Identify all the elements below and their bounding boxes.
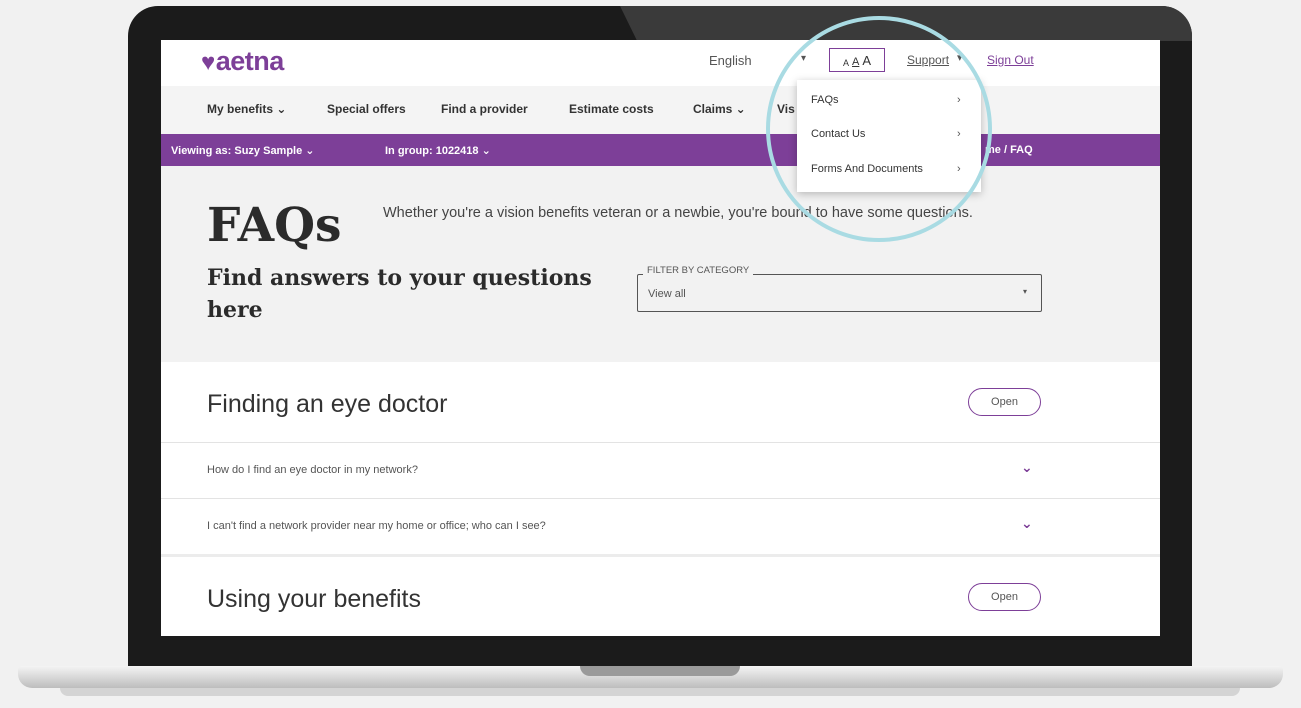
filter-label: FILTER BY CATEGORY <box>643 265 754 276</box>
open-button[interactable]: Open <box>968 388 1041 416</box>
main-nav: My benefits ⌄ Special offers Find a prov… <box>161 86 1160 134</box>
highlight-circle <box>766 16 992 242</box>
filter-value: View all <box>648 288 686 300</box>
nav-estimate-costs[interactable]: Estimate costs <box>569 102 654 116</box>
top-bar: ♥aetna English ▾ A A A Support ▾ Sign Ou… <box>161 40 1160 86</box>
breadcrumb[interactable]: me / FAQ <box>985 144 1033 156</box>
chevron-down-icon: ▾ <box>1022 287 1027 296</box>
question-text[interactable]: How do I find an eye doctor in my networ… <box>207 464 418 476</box>
section-title: Using your benefits <box>207 585 422 613</box>
laptop-shadow <box>60 688 1240 696</box>
section-using-benefits: Using your benefits Open <box>161 557 1160 636</box>
viewing-as-select[interactable]: Viewing as: Suzy Sample ⌄ <box>171 144 315 157</box>
group-select[interactable]: In group: 1022418 ⌄ <box>385 144 491 157</box>
sign-out-link[interactable]: Sign Out <box>987 53 1034 67</box>
nav-special-offers[interactable]: Special offers <box>327 102 406 116</box>
page-title: FAQs <box>207 198 342 253</box>
faq-question-row[interactable]: How do I find an eye doctor in my networ… <box>161 442 1160 498</box>
browser-screen: ♥aetna English ▾ A A A Support ▾ Sign Ou… <box>161 40 1160 636</box>
laptop-notch <box>580 666 740 676</box>
find-answers-heading: Find answers to your questions here <box>207 265 592 323</box>
heart-icon: ♥ <box>201 49 215 76</box>
section-finding-eye-doctor: Finding an eye doctor Open <box>161 362 1160 442</box>
viewing-as-bar: Viewing as: Suzy Sample ⌄ In group: 1022… <box>161 134 1160 166</box>
question-text[interactable]: I can't find a network provider near my … <box>207 520 546 532</box>
aetna-logo[interactable]: ♥aetna <box>201 46 284 77</box>
faq-header: FAQs Whether you're a vision benefits ve… <box>161 166 1160 362</box>
chevron-down-icon[interactable]: ⌄ <box>1021 515 1033 532</box>
nav-claims[interactable]: Claims ⌄ <box>693 102 746 116</box>
faq-question-row[interactable]: I can't find a network provider near my … <box>161 498 1160 554</box>
category-filter-select[interactable]: View all ▾ <box>637 274 1042 312</box>
logo-text: aetna <box>215 46 285 76</box>
nav-my-benefits[interactable]: My benefits ⌄ <box>207 102 286 116</box>
open-button[interactable]: Open <box>968 583 1041 611</box>
nav-find-provider[interactable]: Find a provider <box>441 102 528 116</box>
chevron-down-icon[interactable]: ⌄ <box>1021 459 1033 476</box>
section-title: Finding an eye doctor <box>207 390 448 418</box>
language-select[interactable]: English <box>709 53 752 68</box>
